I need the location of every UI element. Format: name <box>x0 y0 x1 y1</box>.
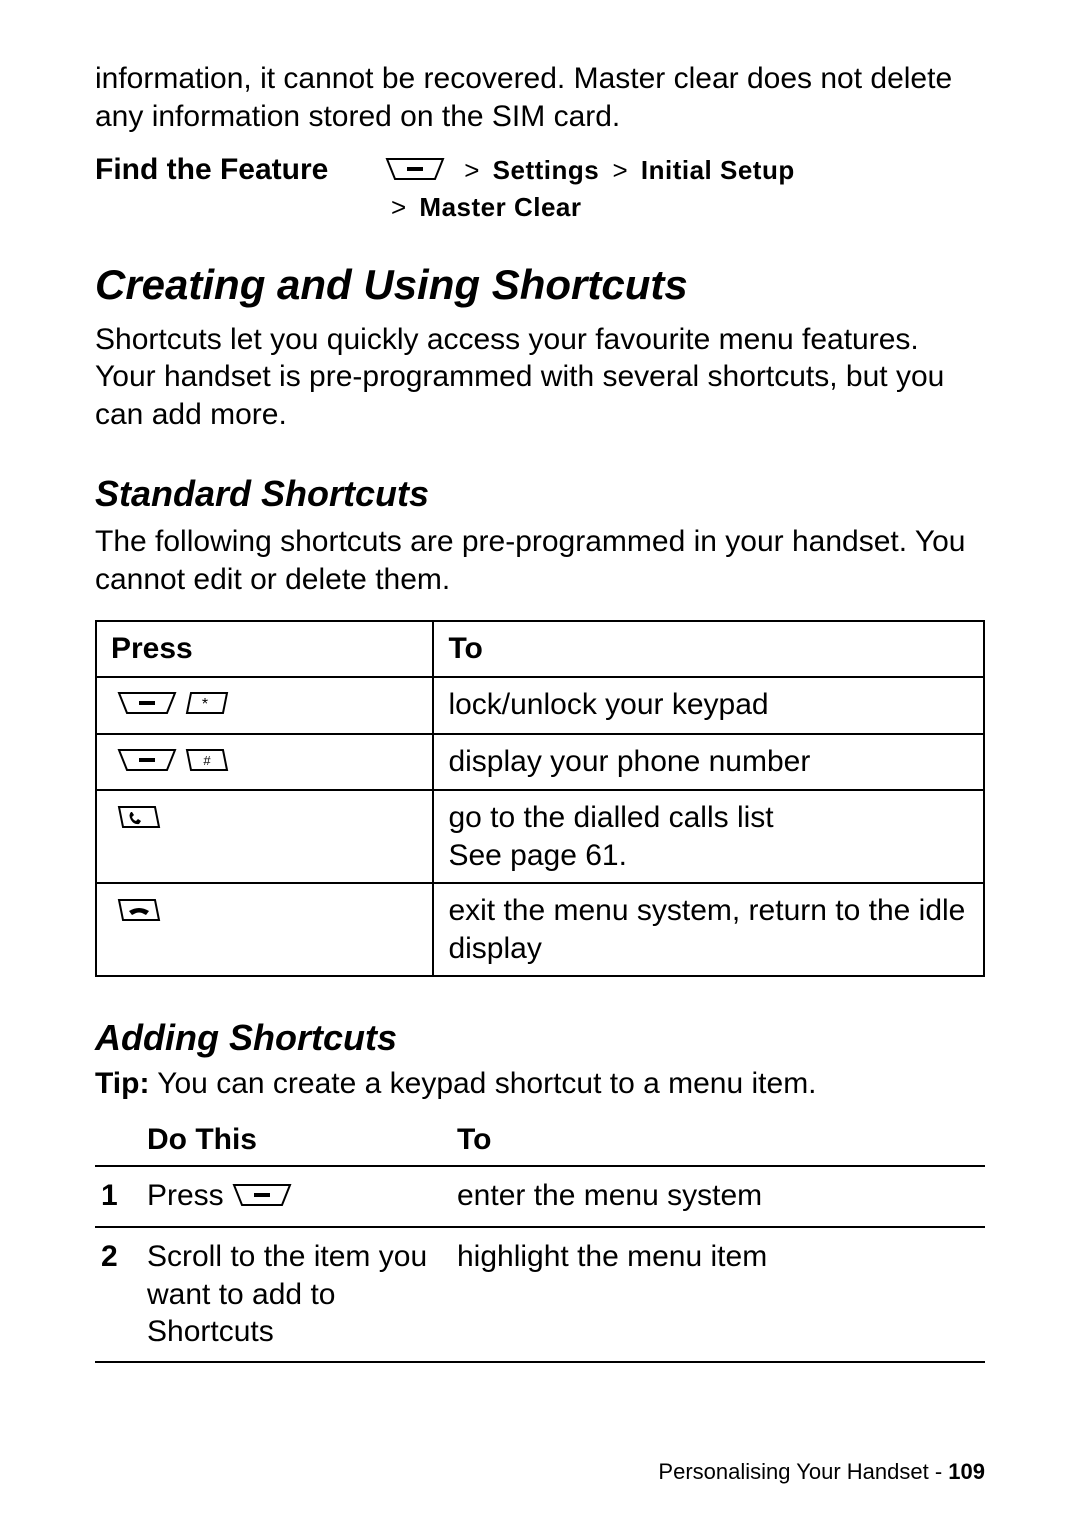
menu-key-icon <box>117 744 177 782</box>
find-feature-label: Find the Feature <box>95 153 385 187</box>
adding-steps-table: Do This To 1Press enter the menu system2… <box>95 1115 985 1362</box>
tip-line: Tip: You can create a keypad shortcut to… <box>95 1067 985 1101</box>
footer-page: 109 <box>948 1459 985 1484</box>
table-row: 1Press enter the menu system <box>95 1166 985 1227</box>
tip-text: You can create a keypad shortcut to a me… <box>157 1067 816 1100</box>
do-this-cell: Press <box>141 1166 451 1227</box>
to-cell: enter the menu system <box>451 1166 985 1227</box>
path-seg-3: Master Clear <box>419 192 581 222</box>
section-intro: Shortcuts let you quickly access your fa… <box>95 321 985 434</box>
col-to: To <box>433 621 984 677</box>
col-to-steps: To <box>451 1115 985 1166</box>
intro-paragraph: information, it cannot be recovered. Mas… <box>95 60 985 135</box>
table-row: go to the dialled calls listSee page 61. <box>96 790 984 883</box>
col-step-num <box>95 1115 141 1166</box>
path-sep: > <box>391 192 406 222</box>
footer-sep: - <box>929 1459 949 1484</box>
hash-key-icon <box>185 744 229 782</box>
section-heading: Creating and Using Shortcuts <box>95 261 985 309</box>
table-row: exit the menu system, return to the idle… <box>96 883 984 976</box>
do-this-cell: Scroll to the item you want to add to Sh… <box>141 1227 451 1362</box>
path-sep: > <box>464 155 479 185</box>
press-cell <box>96 883 433 976</box>
standard-heading: Standard Shortcuts <box>95 473 985 515</box>
menu-key-icon <box>117 687 177 725</box>
col-press: Press <box>96 621 433 677</box>
table-row: display your phone number <box>96 734 984 791</box>
footer-section: Personalising Your Handset <box>658 1459 928 1484</box>
page-footer: Personalising Your Handset - 109 <box>658 1459 985 1485</box>
menu-key-icon <box>385 155 445 190</box>
to-cell: lock/unlock your keypad <box>433 677 984 734</box>
path-sep: > <box>612 155 627 185</box>
press-cell <box>96 677 433 734</box>
end-key-icon <box>117 894 161 932</box>
col-do-this: Do This <box>141 1115 451 1166</box>
star-key-icon <box>185 687 229 725</box>
to-cell: highlight the menu item <box>451 1227 985 1362</box>
step-number: 2 <box>95 1227 141 1362</box>
to-cell: exit the menu system, return to the idle… <box>433 883 984 976</box>
send-key-icon <box>117 801 161 839</box>
table-row: 2Scroll to the item you want to add to S… <box>95 1227 985 1362</box>
press-cell <box>96 790 433 883</box>
standard-shortcuts-table: Press To lock/unlock your keypad display… <box>95 620 985 977</box>
step-number: 1 <box>95 1166 141 1227</box>
menu-key-icon <box>232 1179 292 1217</box>
to-cell: display your phone number <box>433 734 984 791</box>
table-row: lock/unlock your keypad <box>96 677 984 734</box>
adding-heading: Adding Shortcuts <box>95 1017 985 1059</box>
find-feature-path: > Settings > Initial Setup > Master Clea… <box>385 153 795 225</box>
press-cell <box>96 734 433 791</box>
to-cell: go to the dialled calls listSee page 61. <box>433 790 984 883</box>
find-feature-row: Find the Feature > Settings > Initial Se… <box>95 153 985 225</box>
path-seg-2: Initial Setup <box>641 155 795 185</box>
tip-label: Tip: <box>95 1067 149 1100</box>
standard-intro: The following shortcuts are pre-programm… <box>95 523 985 598</box>
path-seg-1: Settings <box>493 155 600 185</box>
